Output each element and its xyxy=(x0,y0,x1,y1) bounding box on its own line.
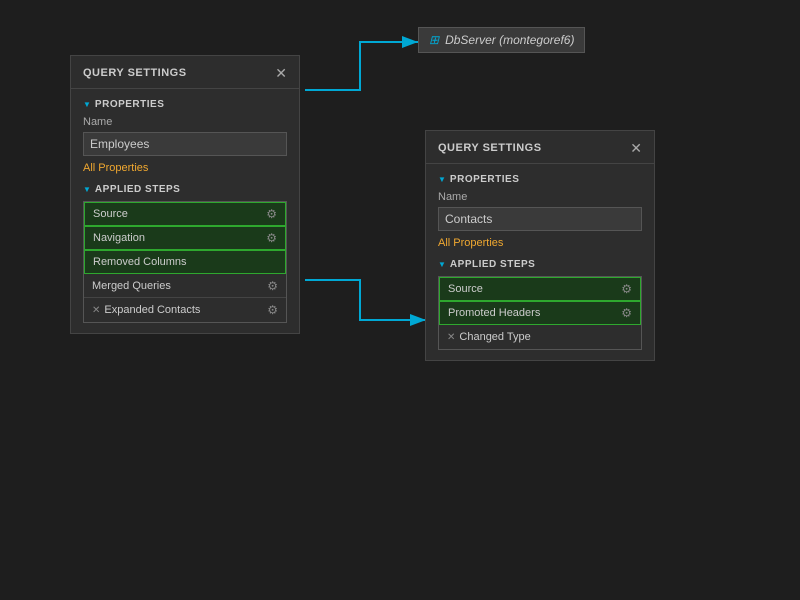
properties-collapse-arrow[interactable]: ▼ xyxy=(83,100,91,109)
panel2-close-button[interactable]: ✕ xyxy=(630,141,642,155)
panel1-all-properties-link[interactable]: All Properties xyxy=(83,162,287,174)
step-item[interactable]: Source⚙ xyxy=(439,277,641,301)
step-name: Merged Queries xyxy=(92,280,267,292)
step-name: Source xyxy=(93,208,266,220)
warning-icon: ✕ xyxy=(447,332,455,343)
gear-icon[interactable]: ⚙ xyxy=(267,279,278,293)
db-server-label: ⊞ DbServer (montegoref6) xyxy=(418,27,585,53)
step-item[interactable]: ✕ Expanded Contacts⚙ xyxy=(84,298,286,322)
gear-icon[interactable]: ⚙ xyxy=(621,306,632,320)
gear-icon[interactable]: ⚙ xyxy=(267,303,278,317)
step-name: Source xyxy=(448,283,621,295)
step-item[interactable]: Navigation⚙ xyxy=(84,226,286,250)
panel1-title: QUERY SETTINGS xyxy=(83,67,187,79)
panel2-steps-collapse-arrow[interactable]: ▼ xyxy=(438,260,446,269)
step-item[interactable]: Source⚙ xyxy=(84,202,286,226)
panel2-properties-title: PROPERTIES xyxy=(450,174,519,185)
panel1-steps-title: APPLIED STEPS xyxy=(95,184,180,195)
panel2-name-label: Name xyxy=(438,191,642,203)
panel2-header: QUERY SETTINGS ✕ xyxy=(426,131,654,164)
gear-icon[interactable]: ⚙ xyxy=(266,207,277,221)
panel1-steps-header: ▼ APPLIED STEPS xyxy=(83,184,287,195)
panel2-properties-header: ▼ PROPERTIES xyxy=(438,174,642,185)
step-name: Promoted Headers xyxy=(448,307,621,319)
panel2-body: ▼ PROPERTIES Name All Properties ▼ APPLI… xyxy=(426,164,654,360)
panel2-steps-list: Source⚙Promoted Headers⚙✕Changed Type xyxy=(438,276,642,350)
db-server-text: DbServer (montegoref6) xyxy=(445,33,574,47)
panel1-body: ▼ PROPERTIES Name All Properties ▼ APPLI… xyxy=(71,89,299,333)
step-item[interactable]: Promoted Headers⚙ xyxy=(439,301,641,325)
gear-icon[interactable]: ⚙ xyxy=(621,282,632,296)
panel1-name-label: Name xyxy=(83,116,287,128)
panel2-name-input[interactable] xyxy=(438,207,642,231)
panel2-properties-collapse-arrow[interactable]: ▼ xyxy=(438,175,446,184)
step-item[interactable]: ✕ Changed Type xyxy=(439,325,641,349)
panel1-steps-list: Source⚙Navigation⚙Removed ColumnsMerged … xyxy=(83,201,287,323)
panel1-close-button[interactable]: ✕ xyxy=(275,66,287,80)
panel2-applied-steps: ▼ APPLIED STEPS Source⚙Promoted Headers⚙… xyxy=(438,259,642,350)
panel1-name-input[interactable] xyxy=(83,132,287,156)
step-item[interactable]: Removed Columns xyxy=(84,250,286,274)
query-settings-panel-2: QUERY SETTINGS ✕ ▼ PROPERTIES Name All P… xyxy=(425,130,655,361)
panel2-title: QUERY SETTINGS xyxy=(438,142,542,154)
db-icon: ⊞ xyxy=(429,33,439,47)
panel1-applied-steps: ▼ APPLIED STEPS Source⚙Navigation⚙Remove… xyxy=(83,184,287,323)
step-item[interactable]: Merged Queries⚙ xyxy=(84,274,286,298)
step-name: Changed Type xyxy=(459,331,633,343)
steps-collapse-arrow[interactable]: ▼ xyxy=(83,185,91,194)
step-name: Navigation xyxy=(93,232,266,244)
gear-icon[interactable]: ⚙ xyxy=(266,231,277,245)
step-name: Removed Columns xyxy=(93,256,277,268)
panel2-all-properties-link[interactable]: All Properties xyxy=(438,237,642,249)
panel2-steps-header: ▼ APPLIED STEPS xyxy=(438,259,642,270)
panel1-properties-title: PROPERTIES xyxy=(95,99,164,110)
step-name: Expanded Contacts xyxy=(104,304,267,316)
query-settings-panel-1: QUERY SETTINGS ✕ ▼ PROPERTIES Name All P… xyxy=(70,55,300,334)
panel1-properties-header: ▼ PROPERTIES xyxy=(83,99,287,110)
panel2-steps-title: APPLIED STEPS xyxy=(450,259,535,270)
panel1-header: QUERY SETTINGS ✕ xyxy=(71,56,299,89)
warning-icon: ✕ xyxy=(92,305,100,316)
